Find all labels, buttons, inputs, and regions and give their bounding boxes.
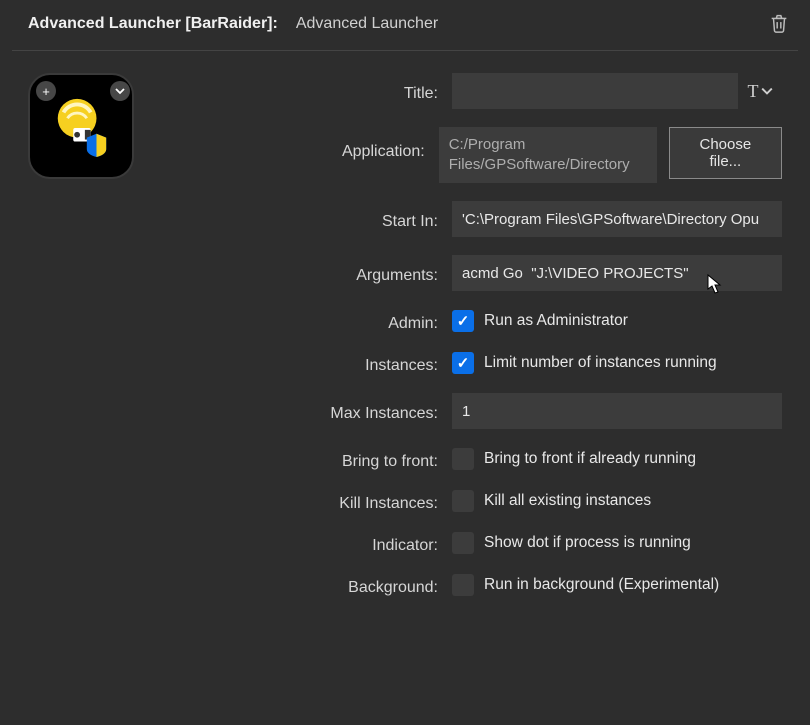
- bring-to-front-checkbox[interactable]: [452, 448, 474, 470]
- start-in-input[interactable]: [452, 201, 782, 237]
- plugin-name: Advanced Launcher [BarRaider]:: [28, 15, 278, 33]
- max-instances-input[interactable]: [452, 393, 782, 429]
- label-bring-to-front: Bring to front:: [162, 447, 452, 471]
- indicator-checkbox[interactable]: [452, 532, 474, 554]
- label-max-instances: Max Instances:: [162, 399, 452, 423]
- kill-instances-checkbox[interactable]: [452, 490, 474, 512]
- instances-checkbox-label: Limit number of instances running: [484, 354, 717, 372]
- label-background: Background:: [162, 573, 452, 597]
- kill-instances-label: Kill all existing instances: [484, 492, 651, 510]
- label-start-in: Start In:: [162, 207, 452, 231]
- instances-checkbox[interactable]: [452, 352, 474, 374]
- bring-to-front-label: Bring to front if already running: [484, 450, 696, 468]
- action-name: Advanced Launcher: [296, 15, 438, 33]
- title-input[interactable]: [452, 73, 738, 109]
- label-kill-instances: Kill Instances:: [162, 489, 452, 513]
- settings-form: Title: T Application: C:/Program Files/G…: [162, 73, 810, 615]
- admin-checkbox[interactable]: [452, 310, 474, 332]
- app-icon: [50, 95, 112, 157]
- label-admin: Admin:: [162, 309, 452, 333]
- choose-file-button[interactable]: Choose file...: [669, 127, 782, 179]
- background-checkbox[interactable]: [452, 574, 474, 596]
- key-icon-preview[interactable]: +: [28, 73, 134, 179]
- label-title: Title:: [162, 79, 452, 103]
- layer-menu-icon[interactable]: [110, 81, 130, 101]
- label-indicator: Indicator:: [162, 531, 452, 555]
- admin-checkbox-label: Run as Administrator: [484, 312, 628, 330]
- label-arguments: Arguments:: [162, 261, 452, 285]
- label-instances: Instances:: [162, 351, 452, 375]
- label-application: Application:: [162, 127, 439, 161]
- header: Advanced Launcher [BarRaider]: Advanced …: [0, 0, 810, 44]
- arguments-input[interactable]: [452, 255, 782, 291]
- title-style-dropdown[interactable]: T: [738, 73, 782, 109]
- indicator-label: Show dot if process is running: [484, 534, 691, 552]
- application-path-display: C:/Program Files/GPSoftware/Directory: [439, 127, 657, 183]
- delete-icon[interactable]: [768, 12, 790, 36]
- background-label: Run in background (Experimental): [484, 576, 719, 594]
